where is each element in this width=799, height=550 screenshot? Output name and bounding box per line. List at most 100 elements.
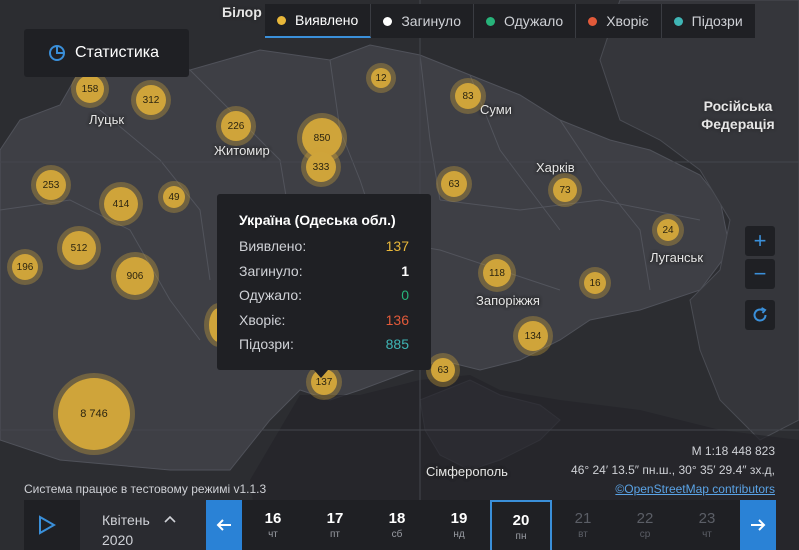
map-scale: М 1:18 448 823 xyxy=(691,444,775,458)
month-year: 2020 xyxy=(102,532,134,548)
tooltip-label: Одужало: xyxy=(239,287,303,303)
chevron-up-icon xyxy=(164,515,176,523)
pie-chart-icon xyxy=(49,45,65,61)
day-weekday: пн xyxy=(515,531,527,542)
day-item[interactable]: 21 вт xyxy=(552,500,614,550)
cluster-marker[interactable]: 118 xyxy=(483,259,511,287)
tooltip-row-recovered: Одужало: 0 xyxy=(239,287,409,312)
tab-label: Хворіє xyxy=(606,13,649,29)
day-number: 20 xyxy=(512,512,530,529)
tooltip-value: 136 xyxy=(385,311,409,328)
day-weekday: нд xyxy=(453,529,465,540)
city-label-lutsk: Луцьк xyxy=(89,112,125,127)
died-dot-icon xyxy=(383,16,393,26)
day-item[interactable]: 18 сб xyxy=(366,500,428,550)
day-item-selected[interactable]: 20 пн xyxy=(490,500,552,550)
day-weekday: пт xyxy=(330,529,340,540)
cluster-marker[interactable]: 512 xyxy=(62,231,96,265)
country-label-russia-line1: Російська xyxy=(703,98,773,114)
cluster-marker[interactable]: 73 xyxy=(553,178,577,202)
zoom-out-button[interactable]: − xyxy=(745,259,775,289)
cluster-marker[interactable]: 333 xyxy=(306,152,336,182)
country-label-russia-line2: Федерація xyxy=(701,116,775,132)
next-day-button[interactable] xyxy=(740,500,776,550)
zoom-in-button[interactable]: + xyxy=(745,226,775,256)
country-label-belarus: Білор xyxy=(222,4,262,20)
arrow-left-icon xyxy=(216,519,231,531)
tooltip-label: Загинуло: xyxy=(239,262,303,279)
prev-day-button[interactable] xyxy=(206,500,242,550)
tooltip-value: 1 xyxy=(401,262,409,279)
month-selector[interactable]: Квітень 2020 xyxy=(80,500,206,550)
arrow-right-icon xyxy=(751,519,766,531)
tab-suspected[interactable]: Підозри xyxy=(662,4,755,38)
day-weekday: сб xyxy=(391,529,403,540)
cluster-marker[interactable]: 906 xyxy=(116,257,154,295)
cluster-marker[interactable]: 16 xyxy=(584,272,606,294)
day-weekday: вт xyxy=(578,529,588,540)
tooltip-row-sick: Хворіє: 136 xyxy=(239,312,409,337)
tab-label: Одужало xyxy=(504,13,564,29)
statistics-button[interactable]: Статистика xyxy=(24,29,189,77)
day-number: 22 xyxy=(636,510,654,527)
statistics-label: Статистика xyxy=(75,44,160,61)
day-number: 21 xyxy=(574,510,592,527)
cluster-marker[interactable]: 414 xyxy=(104,187,138,221)
day-strip: 16 чт 17 пт 18 сб 19 нд 20 пн 21 вт 22 ср 23 чт xyxy=(242,500,740,550)
tooltip-label: Виявлено: xyxy=(239,238,307,254)
cursor-coordinates: 46° 24′ 13.5″ пн.ш., 30° 35′ 29.4″ зх.д, xyxy=(571,463,775,477)
tooltip-row-suspected: Підозри: 885 xyxy=(239,336,409,361)
day-item[interactable]: 16 чт xyxy=(242,500,304,550)
tooltip-value: 0 xyxy=(401,287,409,303)
cluster-marker[interactable]: 8 746 xyxy=(58,378,130,450)
tooltip-label: Хворіє: xyxy=(239,311,286,328)
city-label-zaporizhzhia: Запоріжжя xyxy=(476,293,540,308)
day-weekday: чт xyxy=(268,529,278,540)
recovered-dot-icon xyxy=(486,16,496,26)
day-item[interactable]: 22 ср xyxy=(614,500,676,550)
city-label-simferopol: Сімферополь xyxy=(426,464,508,479)
country-label-russia: Російська Федерація xyxy=(690,97,786,133)
cluster-marker[interactable]: 158 xyxy=(76,75,104,103)
cluster-marker[interactable]: 196 xyxy=(12,254,38,280)
cluster-marker[interactable]: 24 xyxy=(657,219,679,241)
cluster-marker[interactable]: 12 xyxy=(371,68,391,88)
tab-label: Загинуло xyxy=(401,13,462,29)
cluster-marker[interactable]: 83 xyxy=(455,83,481,109)
city-label-zhytomyr: Житомир xyxy=(214,143,270,158)
day-item[interactable]: 17 пт xyxy=(304,500,366,550)
day-item[interactable]: 23 чт xyxy=(676,500,738,550)
cluster-marker[interactable]: 63 xyxy=(441,171,467,197)
refresh-button[interactable] xyxy=(745,300,775,330)
cluster-marker[interactable]: 49 xyxy=(163,186,185,208)
tooltip-value: 885 xyxy=(385,336,409,352)
day-number: 16 xyxy=(264,510,282,527)
detected-dot-icon xyxy=(277,15,286,25)
cluster-marker[interactable]: 253 xyxy=(36,170,66,200)
tab-died[interactable]: Загинуло xyxy=(371,4,475,38)
tooltip-title: Україна (Одеська обл.) xyxy=(239,212,396,228)
osm-attribution-link[interactable]: ©OpenStreetMap contributors xyxy=(615,482,775,496)
cluster-marker[interactable]: 312 xyxy=(136,85,166,115)
suspected-dot-icon xyxy=(673,16,683,26)
city-label-sumy: Суми xyxy=(480,102,512,117)
test-mode-notice: Система працює в тестовому режимі v1.1.3 xyxy=(24,482,267,496)
cluster-marker[interactable]: 134 xyxy=(518,321,548,351)
city-label-luhansk: Луганськ xyxy=(650,250,704,265)
month-name-row: Квітень xyxy=(102,510,206,530)
day-number: 23 xyxy=(698,510,716,527)
tab-label: Виявлено xyxy=(295,12,359,28)
day-item[interactable]: 19 нд xyxy=(428,500,490,550)
tab-recovered[interactable]: Одужало xyxy=(474,4,577,38)
refresh-icon xyxy=(753,307,767,322)
month-name: Квітень xyxy=(102,512,150,528)
sick-dot-icon xyxy=(588,16,598,26)
tooltip-value: 137 xyxy=(385,238,409,254)
cluster-marker[interactable]: 226 xyxy=(221,111,251,141)
tab-detected[interactable]: Виявлено xyxy=(265,4,372,38)
tab-sick[interactable]: Хворіє xyxy=(576,4,662,38)
play-icon xyxy=(39,515,56,535)
play-button[interactable] xyxy=(24,500,70,550)
cluster-marker[interactable]: 63 xyxy=(431,358,455,382)
tooltip-row-died: Загинуло: 1 xyxy=(239,263,409,288)
